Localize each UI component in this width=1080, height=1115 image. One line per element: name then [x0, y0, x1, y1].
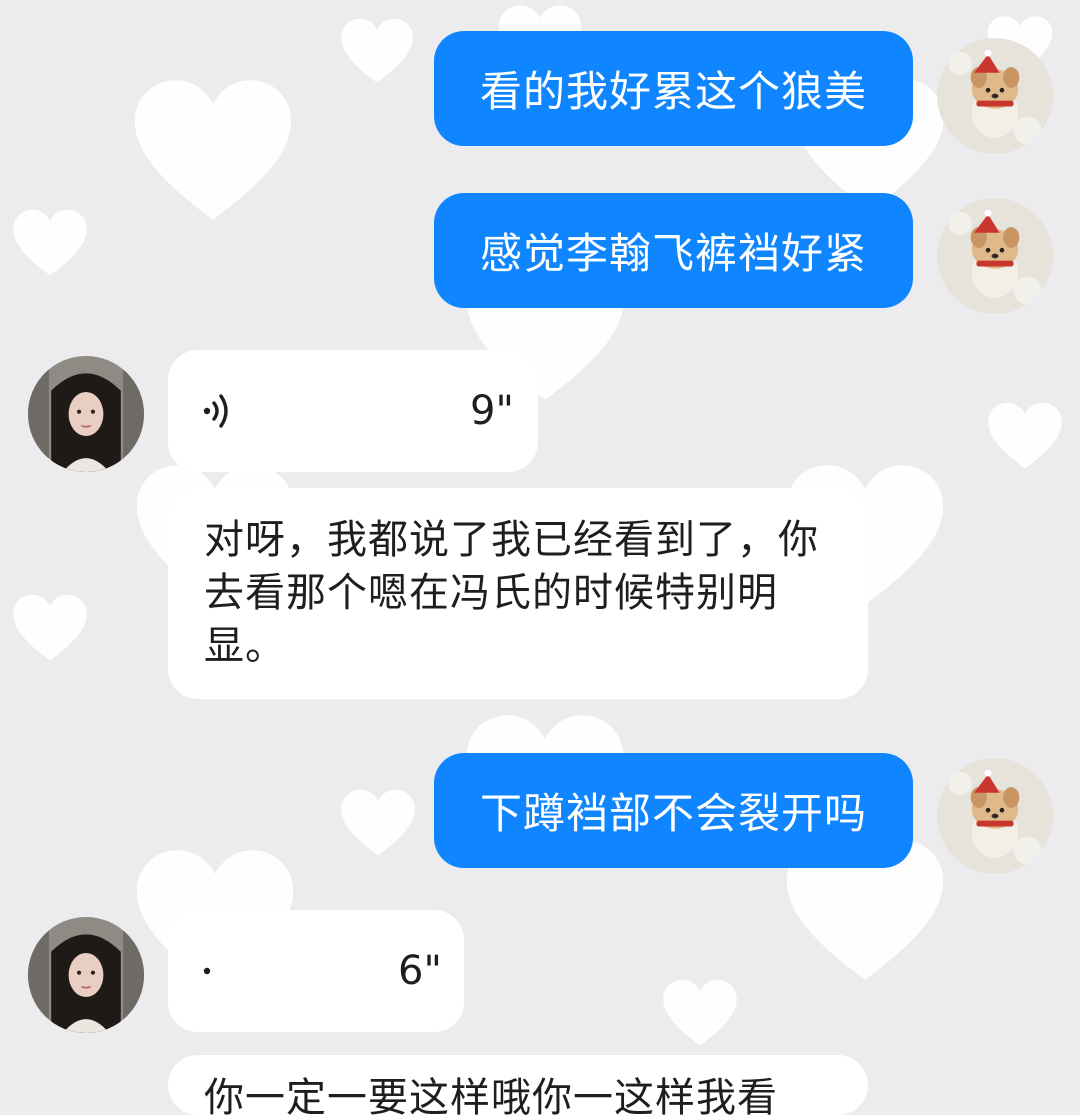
heart-icon: [338, 14, 416, 86]
contact-avatar[interactable]: [28, 917, 144, 1033]
self-avatar[interactable]: [937, 198, 1053, 314]
outgoing-message-bubble[interactable]: 看的我好累这个狼美: [434, 31, 913, 146]
message-text: 你一定一要这样哦你一这样我看: [204, 1075, 778, 1115]
sound-wave-icon: [203, 967, 211, 975]
heart-icon: [128, 70, 298, 226]
message-text: 下蹲裆部不会裂开吗: [479, 789, 867, 838]
heart-icon: [338, 785, 418, 859]
girl-photo-avatar-icon: [28, 356, 144, 472]
self-avatar[interactable]: [937, 758, 1053, 874]
plush-dog-avatar-icon: [937, 758, 1053, 874]
heart-icon: [985, 398, 1065, 472]
heart-icon: [10, 205, 90, 279]
incoming-voice-message[interactable]: 9": [168, 350, 538, 472]
outgoing-message-bubble[interactable]: 感觉李翰飞裤裆好紧: [434, 193, 913, 308]
plush-dog-avatar-icon: [937, 198, 1053, 314]
girl-photo-avatar-icon: [28, 917, 144, 1033]
self-avatar[interactable]: [937, 38, 1053, 154]
heart-icon: [10, 590, 90, 664]
message-text: 看的我好累这个狼美: [479, 67, 867, 116]
heart-icon: [660, 975, 740, 1049]
message-text: 感觉李翰飞裤裆好紧: [479, 229, 867, 278]
voice-duration: 6": [398, 948, 442, 994]
sound-wave-icon: [203, 394, 228, 428]
incoming-message-bubble[interactable]: 你一定一要这样哦你一这样我看: [168, 1055, 868, 1115]
incoming-voice-message[interactable]: 6": [168, 910, 464, 1032]
plush-dog-avatar-icon: [937, 38, 1053, 154]
incoming-message-bubble[interactable]: 对呀，我都说了我已经看到了，你去看那个嗯在冯氏的时候特别明显。: [168, 488, 868, 699]
message-text: 对呀，我都说了我已经看到了，你去看那个嗯在冯氏的时候特别明显。: [204, 517, 819, 669]
voice-duration: 9": [470, 388, 514, 434]
outgoing-message-bubble[interactable]: 下蹲裆部不会裂开吗: [434, 753, 913, 868]
contact-avatar[interactable]: [28, 356, 144, 472]
